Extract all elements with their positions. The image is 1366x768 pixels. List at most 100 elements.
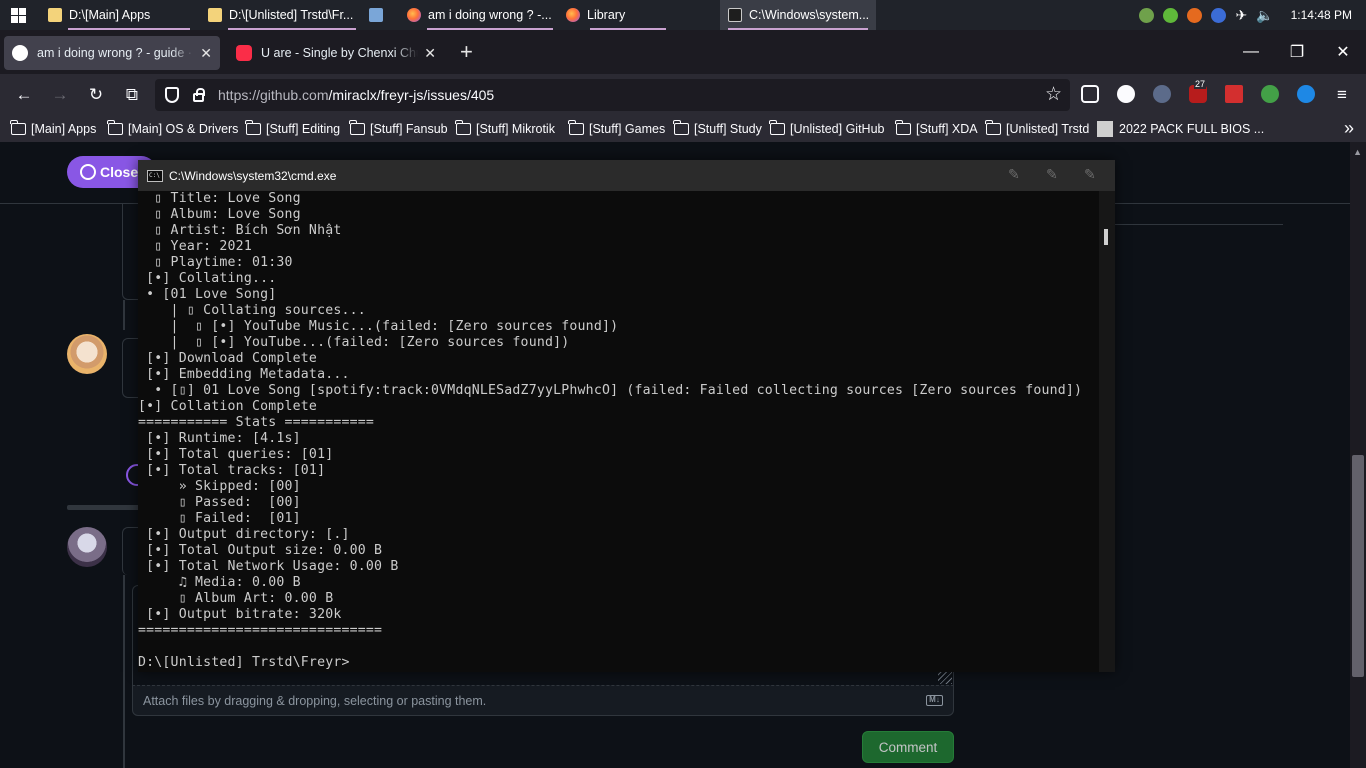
tab-label: am i doing wrong ? - guide · Issue #405 [37, 46, 194, 60]
tab-label: U are - Single by Chenxi Chu on Apple Mu… [261, 46, 418, 60]
new-tab-button[interactable]: + [460, 40, 473, 64]
console-line: [•] Total Output size: 0.00 B [138, 543, 383, 558]
console-line: ============================== [138, 623, 383, 638]
extension-puzzle-icon[interactable]: ⧉ [119, 82, 145, 108]
ublock-badge: 27 [1194, 79, 1207, 89]
bookmark-folder[interactable]: [Stuff] XDA [895, 120, 978, 138]
lock-icon[interactable] [193, 87, 205, 102]
back-button[interactable]: ← [11, 82, 37, 108]
scroll-up-arrow-icon[interactable]: ▲ [1353, 147, 1362, 157]
bookmark-folder[interactable]: [Stuff] Fansub [349, 120, 448, 138]
forward-button[interactable]: → [47, 82, 73, 108]
bookmark-folder[interactable]: [Unlisted] Trstd [985, 120, 1090, 138]
console-line: ▯ Artist: Bích Sơn Nhật [138, 223, 342, 238]
start-button[interactable] [0, 0, 36, 30]
taskbar-clock[interactable]: 1:14:48 PM [1291, 8, 1352, 22]
github-icon [12, 45, 28, 61]
console-line: [•] Total Network Usage: 0.00 B [138, 559, 399, 574]
bookmarks-toolbar: [Main] Apps [Main] OS & Drivers [Stuff] … [0, 116, 1366, 142]
cmd-window-title: C:\Windows\system32\cmd.exe [169, 168, 337, 183]
extension-f-icon[interactable] [1117, 85, 1135, 103]
tracking-protection-icon[interactable] [165, 87, 179, 103]
network-app-icon[interactable] [1139, 7, 1155, 23]
bookmark-item[interactable]: 2022 PACK FULL BIOS ... [1097, 120, 1264, 138]
console-line: [•] Total queries: [01] [138, 447, 334, 462]
attach-hint-text: Attach files by dragging & dropping, sel… [143, 693, 487, 708]
bookmark-label: [Stuff] XDA [916, 122, 978, 136]
green-extension-icon[interactable] [1261, 85, 1279, 103]
tab-apple-music[interactable]: U are - Single by Chenxi Chu on Apple Mu… [228, 36, 444, 70]
folder-icon [769, 120, 785, 135]
console-line: D:\[Unlisted] Trstd\Freyr> [138, 655, 350, 670]
console-line: ▯ Title: Love Song [138, 191, 301, 206]
airplane-mode-icon[interactable]: ✈ [1235, 7, 1247, 24]
volume-icon[interactable]: 🔈 [1256, 7, 1273, 24]
attach-files-bar[interactable]: Attach files by dragging & dropping, sel… [132, 685, 954, 716]
red-extension-icon[interactable] [1225, 85, 1243, 103]
folder-icon [985, 120, 1001, 135]
taskbar-item-firefox-issue[interactable]: am i doing wrong ? -... [407, 0, 557, 30]
bookmark-label: [Stuff] Mikrotik [476, 122, 555, 136]
taskbar-item-main-apps[interactable]: D:\[Main] Apps [48, 0, 204, 30]
taskbar-item-cmd[interactable]: C:\Windows\system... [720, 0, 876, 30]
bookmark-folder[interactable]: [Stuff] Games [568, 120, 665, 138]
bookmark-folder[interactable]: [Stuff] Editing [245, 120, 340, 138]
maximize-button[interactable]: ✎ [1046, 166, 1064, 184]
console-line: [•] Output directory: [.] [138, 527, 350, 542]
cmd-titlebar[interactable]: C:\ C:\Windows\system32\cmd.exe ✎ ✎ ✎ [138, 160, 1115, 191]
system-tray: ✈ 🔈 1:14:48 PM [1139, 0, 1366, 30]
folder-icon [895, 120, 911, 135]
bookmark-label: [Stuff] Study [694, 122, 762, 136]
taskbar-item-trstd-folder[interactable]: D:\[Unlisted] Trstd\Fr... [208, 0, 360, 30]
taskbar-item-remote-desktop[interactable] [369, 0, 391, 30]
cmd-console-output[interactable]: ▯ Title: Love Song ▯ Album: Love Song ▯ … [138, 191, 1099, 672]
console-line: [•] Total tracks: [01] [138, 463, 326, 478]
maximize-button[interactable]: ❐ [1274, 30, 1320, 74]
bookmark-folder[interactable]: [Main] Apps [10, 120, 96, 138]
address-bar[interactable]: https://github.com/miraclx/freyr-js/issu… [155, 79, 1070, 111]
bookmark-label: [Main] OS & Drivers [128, 122, 239, 136]
blue-extension-icon[interactable] [1297, 85, 1315, 103]
bookmark-star-icon[interactable]: ☆ [1045, 83, 1062, 106]
bookmarks-overflow-chevron-icon[interactable]: » [1344, 118, 1354, 139]
tab-github-issue[interactable]: am i doing wrong ? - guide · Issue #405 … [4, 36, 220, 70]
url-text[interactable]: https://github.com/miraclx/freyr-js/issu… [218, 87, 494, 103]
minimize-button[interactable]: — [1228, 30, 1274, 74]
rss-icon[interactable] [1187, 7, 1203, 23]
menu-hamburger-icon[interactable]: ≡ [1329, 82, 1355, 108]
avatar[interactable] [67, 527, 107, 567]
minimize-button[interactable]: ✎ [1008, 166, 1026, 184]
cmd-window[interactable]: C:\ C:\Windows\system32\cmd.exe ✎ ✎ ✎ ▯ … [138, 160, 1115, 672]
close-tab-icon[interactable]: ✕ [424, 45, 436, 62]
browser-tab-strip: am i doing wrong ? - guide · Issue #405 … [0, 30, 1366, 74]
bookmark-folder[interactable]: [Stuff] Mikrotik [455, 120, 555, 138]
reload-button[interactable]: ↻ [83, 82, 109, 108]
cmd-scrollbar-thumb[interactable] [1104, 229, 1108, 245]
timeline-separator [67, 505, 143, 510]
bookmark-folder[interactable]: [Unlisted] GitHub [769, 120, 884, 138]
avatar[interactable] [67, 334, 107, 374]
bookmark-label: [Unlisted] Trstd [1006, 122, 1090, 136]
vpn-icon[interactable] [1211, 7, 1227, 23]
page-scrollbar-thumb[interactable] [1352, 455, 1364, 677]
close-window-button[interactable]: ✕ [1320, 30, 1366, 74]
console-line: =========== Stats =========== [138, 415, 375, 430]
torrent-icon[interactable] [1163, 7, 1179, 23]
cursor-extension-icon[interactable] [1153, 85, 1171, 103]
taskbar-item-label: am i doing wrong ? -... [428, 8, 552, 22]
bookmark-folder[interactable]: [Main] OS & Drivers [107, 120, 239, 138]
timeline-line [123, 575, 125, 768]
taskbar-item-firefox-library[interactable]: Library [566, 0, 668, 30]
close-tab-icon[interactable]: ✕ [200, 45, 212, 62]
console-line: [•] Embedding Metadata... [138, 367, 350, 382]
url-path: /miraclx/freyr-js/issues/405 [328, 87, 495, 103]
textarea-resize-handle[interactable] [938, 670, 952, 684]
comment-button[interactable]: Comment [862, 731, 954, 763]
bookmark-folder[interactable]: [Stuff] Study [673, 120, 762, 138]
markdown-icon[interactable]: M↓ [926, 695, 943, 706]
close-button[interactable]: ✎ [1084, 166, 1102, 184]
console-line: • [01 Love Song] [138, 287, 277, 302]
cmd-scrollbar[interactable] [1099, 191, 1115, 672]
pocket-icon[interactable] [1081, 85, 1099, 103]
